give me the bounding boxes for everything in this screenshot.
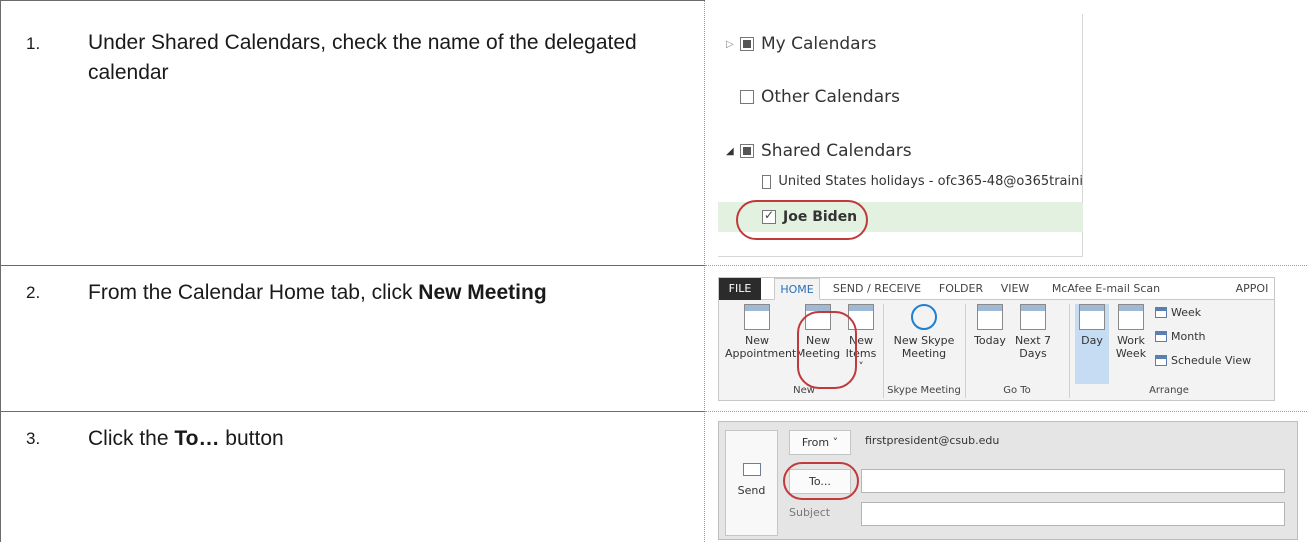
shared-calendars-group[interactable]: ◢ Shared Calendars [726,141,912,161]
work-week-button[interactable]: Work Week [1113,304,1149,360]
checkbox-partial-icon[interactable] [740,37,754,51]
step-text-bold: To… [174,427,220,450]
subject-field[interactable] [861,502,1285,526]
month-label: Month [1171,330,1206,343]
step-text-prefix: From the Calendar Home tab, click [88,281,419,304]
instruction-table: 1. Under Shared Calendars, check the nam… [0,0,1307,542]
compose-screenshot: Send From ˅ firstpresident@csub.edu To..… [718,421,1298,540]
work-week-icon [1118,304,1144,330]
today-icon [977,304,1003,330]
to-field[interactable] [861,469,1285,493]
step-text: Click the To… button [88,424,678,454]
skype-icon [911,304,937,330]
highlight-circle [736,200,868,240]
from-button[interactable]: From ˅ [789,430,851,455]
step-text-bold: New Meeting [418,281,547,304]
step-text-suffix: button [219,427,284,450]
send-button[interactable]: Send [725,430,778,536]
calendar-item-label: United States holidays - ofc365-48@o365t… [778,174,1083,189]
new-skype-meeting-button[interactable]: New Skype Meeting [889,304,959,360]
highlight-circle [783,462,859,500]
step-text-prefix: Click the [88,427,175,450]
button-label-line1: Work [1117,334,1145,347]
tab-view[interactable]: VIEW [995,278,1035,300]
envelope-icon [742,463,761,476]
button-label-line1: Next 7 [1014,334,1052,347]
send-label: Send [737,484,766,497]
button-label-line2: Days [1019,347,1047,360]
button-label-line1: New Skype [893,334,955,347]
button-label-line2: Week [1115,347,1147,360]
calendar-pane-screenshot: ▷ My Calendars Other Calendars ◢ Shared … [718,14,1083,257]
shared-calendars-label: Shared Calendars [761,141,912,161]
new-appointment-button[interactable]: New Appointment [725,304,797,360]
schedule-view-label: Schedule View [1171,354,1252,367]
step-number: 3. [26,429,41,448]
ribbon-screenshot: FILE HOME SEND / RECEIVE FOLDER VIEW McA… [718,277,1275,401]
group-separator [965,304,966,398]
today-button[interactable]: Today [971,304,1009,347]
tab-send-receive[interactable]: SEND / RECEIVE [827,278,927,300]
schedule-view-icon [1155,355,1167,366]
group-label-arrange: Arrange [1149,385,1189,396]
my-calendars-group[interactable]: ▷ My Calendars [726,34,876,54]
from-address: firstpresident@csub.edu [865,434,1000,447]
next-7-days-icon [1020,304,1046,330]
calendar-icon [744,304,770,330]
other-calendars-group[interactable]: Other Calendars [740,87,900,107]
checkbox-partial-icon[interactable] [740,144,754,158]
highlight-circle [797,311,857,389]
tab-folder[interactable]: FOLDER [933,278,989,300]
tab-file[interactable]: FILE [719,278,761,300]
group-label-new: New [793,385,815,396]
step-number: 1. [26,34,41,53]
group-separator [883,304,884,398]
step-text: Under Shared Calendars, check the name o… [88,31,637,84]
step-row-1: 1. Under Shared Calendars, check the nam… [0,0,1307,266]
ribbon-tabbar: FILE HOME SEND / RECEIVE FOLDER VIEW McA… [719,278,1274,300]
tab-appointment[interactable]: APPOI [1227,278,1274,300]
calendar-item-holidays[interactable]: United States holidays - ofc365-48@o365t… [762,174,1083,189]
group-label-goto: Go To [1003,385,1031,396]
checkbox-icon[interactable] [740,90,754,104]
checkbox-icon[interactable] [762,174,772,189]
schedule-view-button[interactable]: Schedule View [1155,354,1251,367]
expand-triangle-icon[interactable]: ▷ [726,39,740,50]
tab-mcafee[interactable]: McAfee E-mail Scan [1043,278,1169,300]
group-separator [1069,304,1070,398]
button-label-line2: Appointment [725,347,797,360]
button-label-line1: Today [974,334,1006,347]
my-calendars-label: My Calendars [761,34,877,54]
week-icon [1155,307,1167,318]
redaction-block [958,132,1073,160]
tab-home[interactable]: HOME [774,278,820,300]
step-number: 2. [26,283,41,302]
other-calendars-label: Other Calendars [761,87,900,107]
month-icon [1155,331,1167,342]
step-text: From the Calendar Home tab, click New Me… [88,278,678,308]
subject-label: Subject [789,506,831,519]
month-button[interactable]: Month [1155,330,1205,343]
next-7-days-button[interactable]: Next 7 Days [1013,304,1053,360]
day-view-button[interactable]: Day [1075,304,1109,384]
week-button[interactable]: Week [1155,306,1201,319]
collapse-triangle-icon[interactable]: ◢ [726,146,740,157]
week-label: Week [1171,306,1202,319]
button-label-line2: Meeting [901,347,947,360]
button-label-line1: New [745,334,769,347]
button-label-line1: Day [1081,334,1103,347]
group-label-skype: Skype Meeting [887,385,961,396]
day-icon [1079,304,1105,330]
